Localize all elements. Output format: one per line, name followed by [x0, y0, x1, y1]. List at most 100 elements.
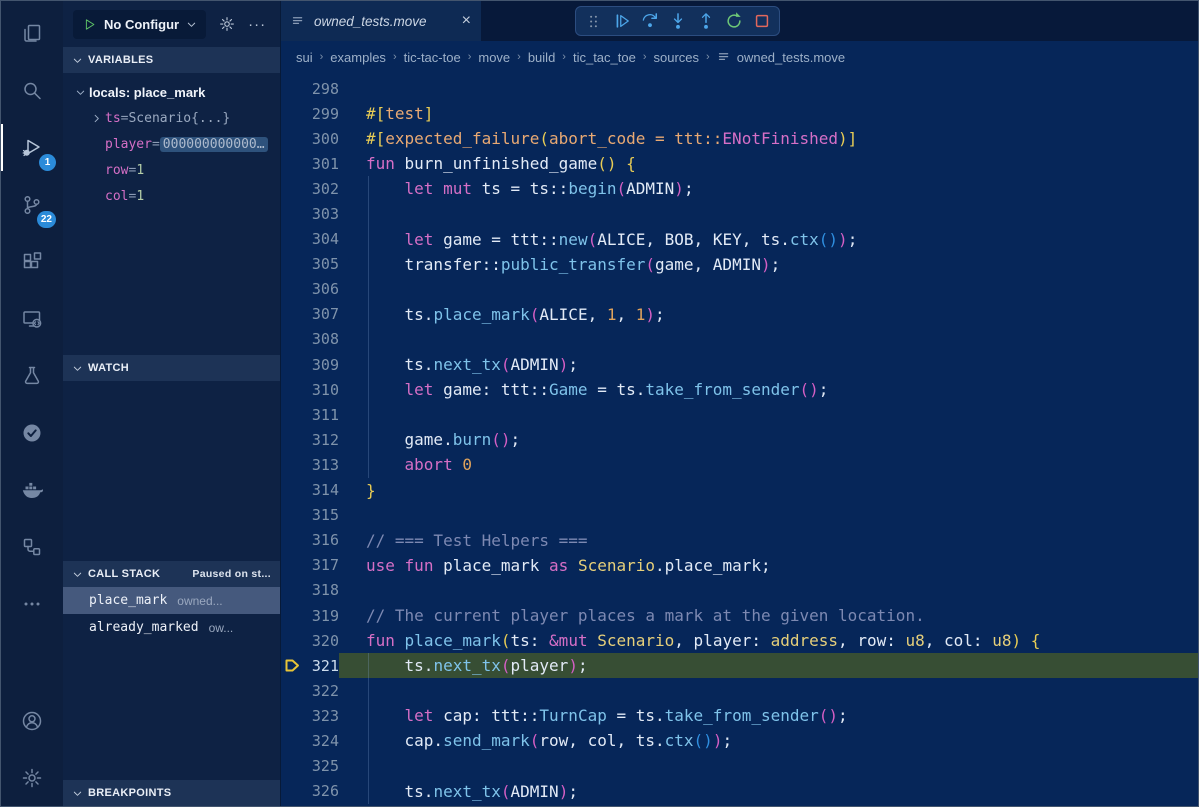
- debug-current-line-arrow-icon[interactable]: [281, 657, 303, 674]
- code-line-299[interactable]: 299#[test]: [281, 101, 1198, 126]
- code-line-308[interactable]: 308: [281, 327, 1198, 352]
- gutter[interactable]: 325: [281, 754, 339, 779]
- gutter[interactable]: 316: [281, 528, 339, 553]
- activity-account-icon[interactable]: [1, 692, 63, 749]
- code-line-315[interactable]: 315: [281, 503, 1198, 528]
- variable-row-row[interactable]: row = 1: [63, 157, 280, 183]
- gutter[interactable]: 324: [281, 728, 339, 753]
- stack-frame-already_marked[interactable]: already_markedow...: [63, 614, 280, 641]
- code-line-303[interactable]: 303: [281, 201, 1198, 226]
- restart-button[interactable]: [721, 9, 746, 33]
- gutter[interactable]: 322: [281, 678, 339, 703]
- gutter[interactable]: 312: [281, 427, 339, 452]
- activity-remote-explorer-icon[interactable]: [1, 290, 63, 347]
- more-actions-icon[interactable]: ···: [248, 16, 266, 33]
- gutter[interactable]: 309: [281, 352, 339, 377]
- breadcrumb-item[interactable]: tic-tac-toe: [404, 50, 461, 65]
- gutter[interactable]: 317: [281, 553, 339, 578]
- watch-section-header[interactable]: WATCH: [63, 355, 280, 381]
- activity-testing-icon[interactable]: [1, 347, 63, 404]
- activity-extensions-icon[interactable]: [1, 233, 63, 290]
- code-line-305[interactable]: 305 transfer::public_transfer(game, ADMI…: [281, 252, 1198, 277]
- code-line-304[interactable]: 304 let game = ttt::new(ALICE, BOB, KEY,…: [281, 227, 1198, 252]
- activity-explorer-icon[interactable]: [1, 5, 63, 62]
- breadcrumb-file[interactable]: owned_tests.move: [717, 50, 845, 65]
- code-line-307[interactable]: 307 ts.place_mark(ALICE, 1, 1);: [281, 302, 1198, 327]
- activity-task-check-icon[interactable]: [1, 404, 63, 461]
- code-line-302[interactable]: 302 let mut ts = ts::begin(ADMIN);: [281, 176, 1198, 201]
- gutter[interactable]: 298: [281, 76, 339, 101]
- code-line-316[interactable]: 316// === Test Helpers ===: [281, 528, 1198, 553]
- activity-run-debug-icon[interactable]: 1: [1, 119, 63, 176]
- variable-row-player[interactable]: player = 000000000000…: [63, 131, 280, 157]
- breadcrumb-item[interactable]: sui: [296, 50, 313, 65]
- gutter[interactable]: 311: [281, 402, 339, 427]
- activity-settings-icon[interactable]: [1, 749, 63, 806]
- code-line-325[interactable]: 325: [281, 754, 1198, 779]
- code-line-319[interactable]: 319// The current player places a mark a…: [281, 603, 1198, 628]
- call-stack-section-header[interactable]: CALL STACK Paused on st...: [63, 561, 280, 587]
- code-line-326[interactable]: 326 ts.next_tx(ADMIN);: [281, 779, 1198, 804]
- activity-source-control-icon[interactable]: 22: [1, 176, 63, 233]
- gutter[interactable]: 315: [281, 503, 339, 528]
- gutter[interactable]: 326: [281, 779, 339, 804]
- stack-frame-place_mark[interactable]: place_markowned...: [63, 587, 280, 614]
- code-line-321[interactable]: 321 ts.next_tx(player);: [281, 653, 1198, 678]
- breadcrumb-item[interactable]: tic_tac_toe: [573, 50, 636, 65]
- breadcrumb-item[interactable]: sources: [654, 50, 700, 65]
- breadcrumb-item[interactable]: examples: [330, 50, 386, 65]
- play-icon[interactable]: [82, 17, 97, 32]
- gutter[interactable]: 303: [281, 201, 339, 226]
- gutter[interactable]: 314: [281, 478, 339, 503]
- code-line-313[interactable]: 313 abort 0: [281, 452, 1198, 477]
- code-line-310[interactable]: 310 let game: ttt::Game = ts.take_from_s…: [281, 377, 1198, 402]
- gutter[interactable]: 319: [281, 603, 339, 628]
- activity-docker-icon[interactable]: [1, 461, 63, 518]
- variables-scope-row[interactable]: locals: place_mark: [63, 79, 280, 105]
- code-line-298[interactable]: 298: [281, 76, 1198, 101]
- step-over-button[interactable]: [637, 9, 662, 33]
- code-line-324[interactable]: 324 cap.send_mark(row, col, ts.ctx());: [281, 728, 1198, 753]
- code-line-309[interactable]: 309 ts.next_tx(ADMIN);: [281, 352, 1198, 377]
- code-line-322[interactable]: 322: [281, 678, 1198, 703]
- step-out-button[interactable]: [693, 9, 718, 33]
- gutter[interactable]: 304: [281, 227, 339, 252]
- gutter[interactable]: 300: [281, 126, 339, 151]
- variable-row-ts[interactable]: ts = Scenario{...}: [63, 105, 280, 131]
- code-line-300[interactable]: 300#[expected_failure(abort_code = ttt::…: [281, 126, 1198, 151]
- code-line-320[interactable]: 320fun place_mark(ts: &mut Scenario, pla…: [281, 628, 1198, 653]
- gutter[interactable]: 305: [281, 252, 339, 277]
- gutter[interactable]: 313: [281, 452, 339, 477]
- code-line-306[interactable]: 306: [281, 277, 1198, 302]
- breakpoints-section-header[interactable]: BREAKPOINTS: [63, 780, 280, 806]
- variable-row-col[interactable]: col = 1: [63, 183, 280, 209]
- code-line-318[interactable]: 318: [281, 578, 1198, 603]
- step-into-button[interactable]: [665, 9, 690, 33]
- activity-more-icon[interactable]: [1, 575, 63, 632]
- code-line-323[interactable]: 323 let cap: ttt::TurnCap = ts.take_from…: [281, 703, 1198, 728]
- gutter[interactable]: 302: [281, 176, 339, 201]
- code-line-314[interactable]: 314}: [281, 478, 1198, 503]
- code-editor[interactable]: 298299#[test]300#[expected_failure(abort…: [281, 73, 1198, 806]
- gutter[interactable]: 310: [281, 377, 339, 402]
- code-line-317[interactable]: 317use fun place_mark as Scenario.place_…: [281, 553, 1198, 578]
- continue-button[interactable]: [609, 9, 634, 33]
- code-line-312[interactable]: 312 game.burn();: [281, 427, 1198, 452]
- gutter[interactable]: 299: [281, 101, 339, 126]
- gutter[interactable]: 301: [281, 151, 339, 176]
- stop-button[interactable]: [749, 9, 774, 33]
- code-line-301[interactable]: 301fun burn_unfinished_game() {: [281, 151, 1198, 176]
- gutter[interactable]: 320: [281, 628, 339, 653]
- gutter[interactable]: 308: [281, 327, 339, 352]
- close-icon[interactable]: ×: [462, 13, 471, 29]
- activity-search-icon[interactable]: [1, 62, 63, 119]
- gear-icon[interactable]: [218, 15, 236, 33]
- gutter[interactable]: 323: [281, 703, 339, 728]
- breadcrumb-item[interactable]: move: [478, 50, 510, 65]
- gripper-button[interactable]: [581, 9, 606, 33]
- variables-section-header[interactable]: VARIABLES: [63, 47, 280, 73]
- gutter[interactable]: 306: [281, 277, 339, 302]
- activity-references-icon[interactable]: [1, 518, 63, 575]
- breadcrumb-item[interactable]: build: [528, 50, 555, 65]
- gutter[interactable]: 321: [281, 653, 339, 678]
